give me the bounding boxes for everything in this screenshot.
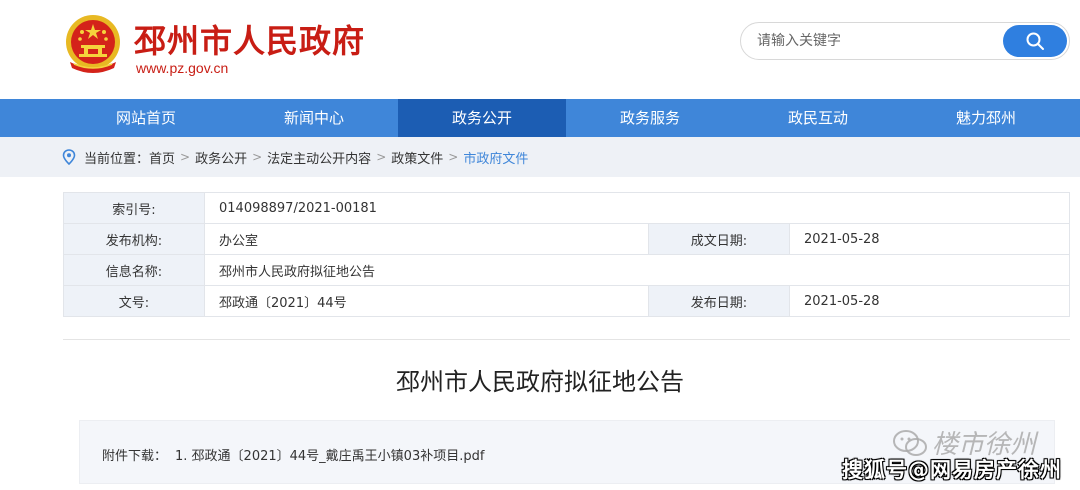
site-header: 邳州市人民政府 www.pz.gov.cn — [0, 0, 1080, 99]
index-label: 索引号: — [63, 192, 205, 224]
nav-item-gov-affairs[interactable]: 政务公开 — [398, 99, 566, 137]
document-title: 邳州市人民政府拟征地公告 — [396, 368, 684, 396]
index-value: 014098897/2021-00181 — [204, 192, 1070, 224]
table-row: 索引号: 014098897/2021-00181 — [63, 192, 1070, 224]
breadcrumb-policy-docs[interactable]: 政策文件 — [391, 148, 443, 167]
breadcrumb-separator: > — [180, 150, 191, 164]
breadcrumb-home[interactable]: 首页 — [149, 148, 175, 167]
published-date-label: 发布日期: — [648, 285, 790, 317]
breadcrumb-bar: 当前位置： 首页 > 政务公开 > 法定主动公开内容 > 政策文件 > 市政府文… — [0, 137, 1080, 177]
search-icon — [1026, 32, 1044, 50]
breadcrumb-prefix: 当前位置： — [84, 151, 150, 167]
document-info-table: 索引号: 014098897/2021-00181 发布机构: 办公室 成文日期… — [63, 192, 1070, 317]
nav-item-interaction[interactable]: 政民互动 — [734, 99, 902, 137]
doc-number-value: 邳政通〔2021〕44号 — [204, 285, 649, 317]
search-button[interactable] — [1003, 25, 1067, 57]
table-row: 发布机构: 办公室 成文日期: 2021-05-28 — [63, 223, 1070, 255]
site-title[interactable]: 邳州市人民政府 — [134, 16, 365, 62]
breadcrumb-statutory-content[interactable]: 法定主动公开内容 — [267, 148, 371, 167]
published-date-value: 2021-05-28 — [789, 285, 1070, 317]
doc-number-label: 文号: — [63, 285, 205, 317]
created-date-value: 2021-05-28 — [789, 223, 1070, 255]
created-date-label: 成文日期: — [648, 223, 790, 255]
search-input[interactable] — [757, 23, 997, 59]
table-row: 信息名称: 邳州市人民政府拟征地公告 — [63, 254, 1070, 286]
attachment-label: 附件下载： — [102, 449, 168, 464]
attachment-link[interactable]: 1. 邳政通〔2021〕44号_戴庄禹王小镇03补项目.pdf — [175, 445, 484, 464]
watermark-text-2: 搜狐号@网易房产徐州 — [842, 458, 1062, 482]
main-nav: 网站首页 新闻中心 政务公开 政务服务 政民互动 魅力邳州 — [0, 99, 1080, 137]
table-row: 文号: 邳政通〔2021〕44号 发布日期: 2021-05-28 — [63, 285, 1070, 317]
divider — [63, 339, 1070, 340]
site-url[interactable]: www.pz.gov.cn — [136, 60, 228, 76]
search-box — [740, 22, 1070, 60]
info-name-value: 邳州市人民政府拟征地公告 — [204, 254, 1070, 286]
attachment-row: 附件下载： 1. 邳政通〔2021〕44号_戴庄禹王小镇03补项目.pdf — [102, 445, 484, 464]
publisher-value: 办公室 — [204, 223, 649, 255]
publisher-label: 发布机构: — [63, 223, 205, 255]
nav-item-home[interactable]: 网站首页 — [0, 99, 230, 137]
nav-item-gov-services[interactable]: 政务服务 — [566, 99, 734, 137]
nav-item-charm-pizhou[interactable]: 魅力邳州 — [902, 99, 1070, 137]
breadcrumb: 当前位置： 首页 > 政务公开 > 法定主动公开内容 > 政策文件 > 市政府文… — [62, 137, 528, 177]
nav-item-news[interactable]: 新闻中心 — [230, 99, 398, 137]
breadcrumb-city-gov-docs[interactable]: 市政府文件 — [463, 148, 528, 167]
breadcrumb-gov-affairs[interactable]: 政务公开 — [195, 148, 247, 167]
info-name-label: 信息名称: — [63, 254, 205, 286]
wechat-icon — [893, 429, 927, 456]
breadcrumb-separator: > — [252, 150, 263, 164]
breadcrumb-separator: > — [376, 150, 387, 164]
location-pin-icon — [62, 149, 76, 165]
breadcrumb-separator: > — [448, 150, 459, 164]
national-emblem-icon — [66, 15, 120, 73]
